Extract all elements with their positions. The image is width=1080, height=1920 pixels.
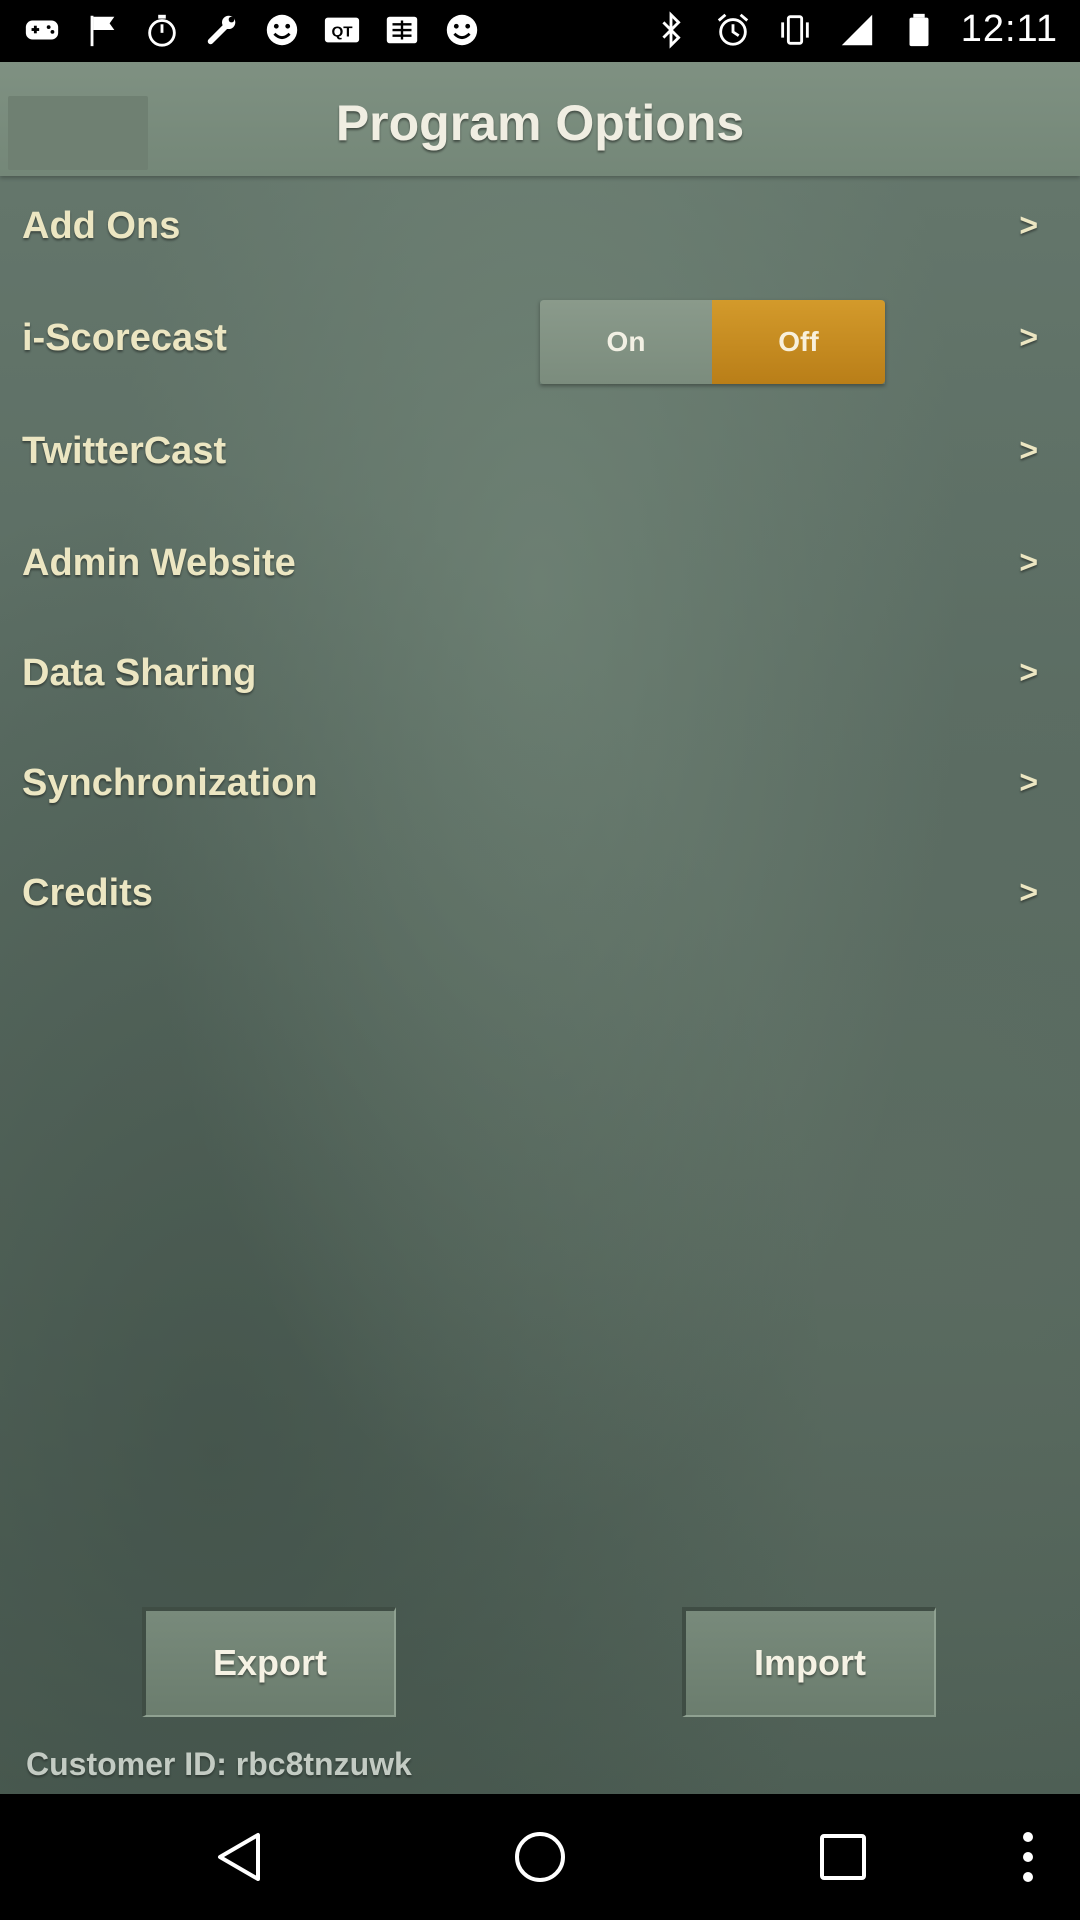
chevron-right-icon: > xyxy=(1019,874,1038,910)
import-button[interactable]: Import xyxy=(682,1607,936,1717)
home-icon[interactable] xyxy=(510,1827,570,1887)
chevron-right-icon: > xyxy=(1019,319,1038,355)
notification-icons: QT xyxy=(22,10,482,50)
flag-icon xyxy=(82,10,122,50)
menu-item-label: Admin Website xyxy=(22,542,296,584)
clock-time: 12:11 xyxy=(960,8,1058,50)
menu-item-twittercast[interactable]: TwitterCast > xyxy=(0,406,1080,506)
menu-item-label: i-Scorecast xyxy=(22,317,227,359)
svg-text:QT: QT xyxy=(331,24,353,41)
smiley-icon xyxy=(442,10,482,50)
menu-item-add-ons[interactable]: Add Ons > xyxy=(0,181,1080,281)
chevron-right-icon: > xyxy=(1019,654,1038,690)
chevron-right-icon: > xyxy=(1019,207,1038,243)
overflow-menu-icon[interactable] xyxy=(1010,1827,1070,1887)
back-icon[interactable] xyxy=(210,1827,270,1887)
bluetooth-icon xyxy=(651,10,691,50)
menu-item-label: Synchronization xyxy=(22,762,318,804)
customer-id-text: Customer ID: rbc8tnzuwk xyxy=(26,1746,412,1782)
smiley-icon xyxy=(262,10,302,50)
chevron-right-icon: > xyxy=(1019,544,1038,580)
menu-item-synchronization[interactable]: Synchronization > xyxy=(0,738,1080,838)
chevron-right-icon: > xyxy=(1019,764,1038,800)
app-screen: Program Options Add Ons > i-Scorecast > … xyxy=(0,62,1080,1794)
menu-item-label: TwitterCast xyxy=(22,430,227,472)
menu-item-data-sharing[interactable]: Data Sharing > xyxy=(0,628,1080,728)
stopwatch-icon xyxy=(142,10,182,50)
menu-item-admin-website[interactable]: Admin Website > xyxy=(0,518,1080,618)
menu-item-label: Credits xyxy=(22,872,153,914)
recent-apps-icon[interactable] xyxy=(813,1827,873,1887)
alarm-icon xyxy=(713,10,753,50)
battery-icon xyxy=(899,10,939,50)
toggle-off-option[interactable]: Off xyxy=(712,300,885,384)
navigation-bar xyxy=(0,1794,1080,1920)
menu-item-credits[interactable]: Credits > xyxy=(0,848,1080,948)
export-button[interactable]: Export xyxy=(142,1607,396,1717)
toggle-on-option[interactable]: On xyxy=(540,300,712,384)
i-scorecast-toggle[interactable]: On Off xyxy=(540,300,885,384)
qt-icon: QT xyxy=(322,10,362,50)
signal-icon xyxy=(837,10,877,50)
vibrate-icon xyxy=(775,10,815,50)
menu-item-label: Data Sharing xyxy=(22,652,257,694)
chevron-right-icon: > xyxy=(1019,432,1038,468)
gamepad-icon xyxy=(22,10,62,50)
status-bar: QT 12:11 xyxy=(0,0,1080,62)
chinese-app-icon xyxy=(382,10,422,50)
title-bar: Program Options xyxy=(0,62,1080,176)
menu-item-label: Add Ons xyxy=(22,205,181,247)
wrench-icon xyxy=(202,10,242,50)
page-title: Program Options xyxy=(335,95,745,151)
system-icons: 12:11 xyxy=(651,8,1058,51)
